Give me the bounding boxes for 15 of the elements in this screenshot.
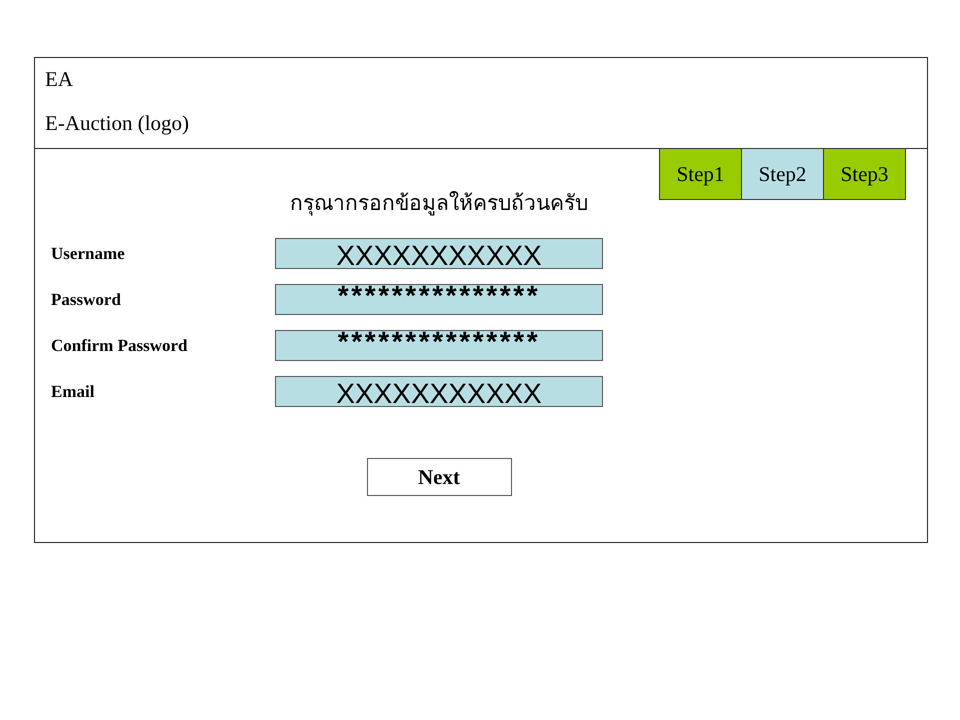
input-field[interactable]: *************** xyxy=(275,330,603,361)
logo-label: E-Auction (logo) xyxy=(45,110,190,136)
input-field[interactable]: XXXXXXXXXXX xyxy=(275,238,603,269)
field-label: Email xyxy=(50,382,94,402)
field-label: Confirm Password xyxy=(50,336,188,356)
next-button[interactable]: Next xyxy=(366,458,512,496)
step-indicator: Step2 xyxy=(741,148,824,200)
instruction-text: กรุณากรอกข้อมูลให้ครบถ้วนครับ xyxy=(290,190,588,217)
input-field[interactable]: XXXXXXXXXXX xyxy=(275,376,603,407)
step-indicator: Step1 xyxy=(659,148,742,200)
input-field[interactable]: *************** xyxy=(275,284,603,315)
site-title: EA xyxy=(45,66,73,92)
step-indicator: Step3 xyxy=(823,148,906,200)
field-label: Password xyxy=(50,290,121,310)
field-label: Username xyxy=(50,244,125,264)
